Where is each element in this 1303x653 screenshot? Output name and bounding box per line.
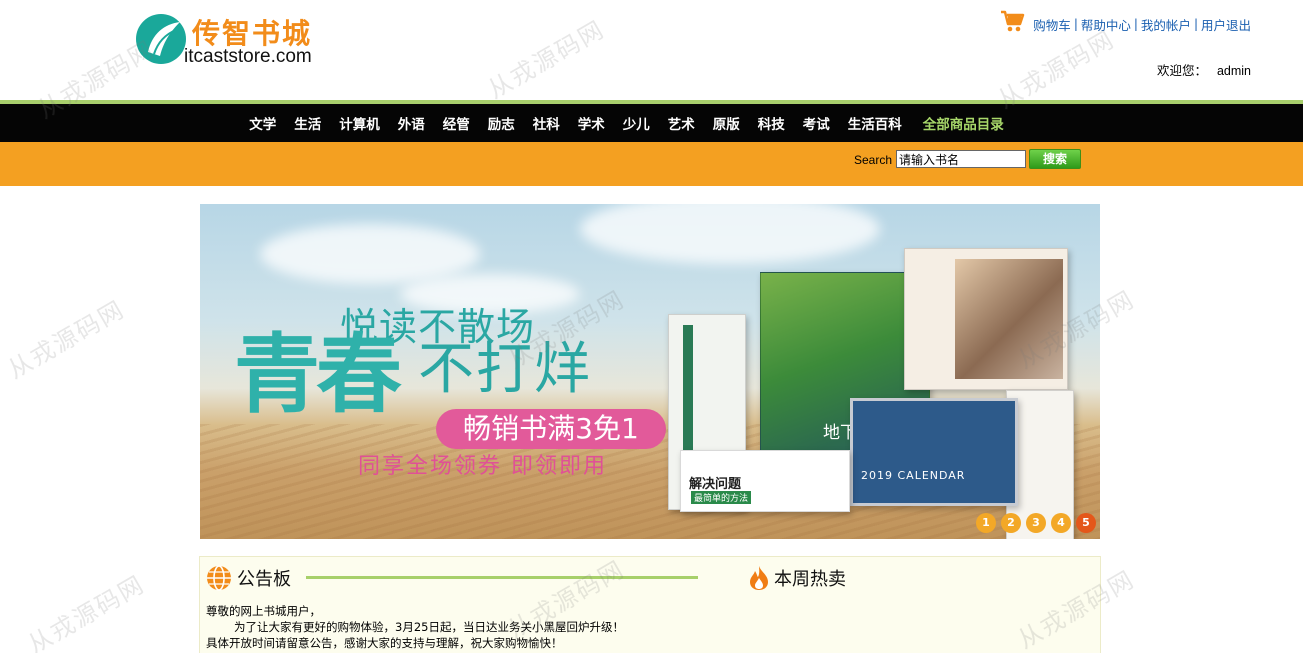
logo-leaf-icon [136, 14, 186, 64]
search-label: Search [854, 153, 893, 167]
top-links: 购物车 | 帮助中心 | 我的帐户 | 用户退出 [999, 10, 1251, 34]
carousel-dot-1[interactable]: 1 [976, 513, 996, 533]
notice-divider [306, 576, 698, 579]
watermark-text: 从戎源码网 [22, 570, 150, 653]
banner-cloud [580, 204, 880, 264]
nav-item-original[interactable]: 原版 [713, 113, 740, 133]
nav-item-exam[interactable]: 考试 [803, 113, 830, 133]
search-bar: Search 搜索 [0, 142, 1303, 186]
banner-open-text: 不打烊 [418, 337, 592, 402]
banner-offer-pill: 畅销书满3免1 [436, 409, 666, 449]
calendar-cover: 2019 CALENDAR [850, 398, 1018, 506]
carousel-pagination: 1 2 3 4 5 [971, 513, 1096, 533]
book-subtitle: 最简单的方法 [691, 491, 752, 504]
my-account-link[interactable]: 我的帐户 [1141, 15, 1191, 34]
watermark-text: 从戎源码网 [2, 295, 130, 385]
notice-content: 尊敬的网上书城用户， 为了让大家有更好的购物体验，3月25日起，当日达业务关小黑… [206, 603, 624, 651]
nav-item-all-products[interactable]: 全部商品目录 [923, 113, 1004, 133]
promo-banner[interactable]: 悦读不散场 青春 不打烊 畅销书满3免1 同享全场领券 即领即用 地下铁 201… [200, 204, 1100, 539]
nav-item-technology[interactable]: 科技 [758, 113, 785, 133]
nav-item-literature[interactable]: 文学 [249, 113, 276, 133]
notice-section: 公告板 本周热卖 尊敬的网上书城用户， 为了让大家有更好的购物体验，3月25日起… [199, 556, 1101, 653]
calendar-label: 2019 CALENDAR [861, 469, 966, 482]
help-center-link[interactable]: 帮助中心 [1081, 15, 1131, 34]
nav-item-business[interactable]: 经管 [443, 113, 470, 133]
username: admin [1216, 64, 1251, 78]
notice-board-title: 公告板 [237, 569, 291, 590]
site-logo[interactable]: 传智书城 itcaststore.com [134, 10, 354, 70]
notice-line: 为了让大家有更好的购物体验，3月25日起，当日达业务关小黑屋回炉升级！ [234, 620, 624, 634]
carousel-dot-3[interactable]: 3 [1026, 513, 1046, 533]
fire-icon [750, 566, 768, 590]
search-input[interactable] [896, 150, 1026, 168]
category-nav: 文学 生活 计算机 外语 经管 励志 社科 学术 少儿 艺术 原版 科技 考试 … [0, 104, 1303, 142]
book-cover-photo [904, 248, 1068, 390]
carousel-dot-5[interactable]: 5 [1076, 513, 1096, 533]
link-separator: | [1133, 17, 1138, 31]
book-cover-problem-solving: 解决问题 最简单的方法 [680, 450, 850, 512]
cart-link[interactable]: 购物车 [1033, 15, 1071, 34]
link-separator: | [1073, 17, 1078, 31]
notice-header: 公告板 [206, 565, 291, 591]
logout-link[interactable]: 用户退出 [1201, 15, 1251, 34]
welcome-label: 欢迎您： [1156, 64, 1207, 78]
nav-item-social-science[interactable]: 社科 [533, 113, 560, 133]
book-title: 解决问题 [689, 477, 742, 492]
site-header: 传智书城 itcaststore.com 购物车 | 帮助中心 | 我的帐户 |… [0, 0, 1303, 100]
search-button[interactable]: 搜索 [1029, 149, 1081, 169]
logo-domain: itcaststore.com [184, 46, 312, 67]
notice-line: 具体开放时间请留意公告，感谢大家的支持与理解，祝大家购物愉快！ [206, 636, 563, 650]
nav-item-children[interactable]: 少儿 [623, 113, 650, 133]
banner-cloud [260, 224, 480, 284]
hot-sell-title: 本周热卖 [774, 569, 846, 590]
link-separator: | [1193, 17, 1198, 31]
nav-item-life-encyclopedia[interactable]: 生活百科 [848, 113, 902, 133]
globe-icon [207, 565, 231, 591]
welcome-text: 欢迎您： admin [1157, 60, 1251, 79]
hot-sell-header: 本周热卖 [748, 565, 846, 591]
notice-line: 尊敬的网上书城用户， [206, 604, 321, 618]
nav-item-life[interactable]: 生活 [294, 113, 321, 133]
nav-item-foreign-language[interactable]: 外语 [398, 113, 425, 133]
carousel-dot-4[interactable]: 4 [1051, 513, 1071, 533]
nav-item-academic[interactable]: 学术 [578, 113, 605, 133]
banner-youth-text: 青春 [234, 325, 402, 425]
nav-item-art[interactable]: 艺术 [668, 113, 695, 133]
shopping-cart-icon[interactable] [999, 8, 1025, 34]
nav-item-computer[interactable]: 计算机 [339, 113, 380, 133]
carousel-dot-2[interactable]: 2 [1001, 513, 1021, 533]
banner-coupon-text: 同享全场领券 即领即用 [358, 454, 607, 479]
nav-item-inspiration[interactable]: 励志 [488, 113, 515, 133]
